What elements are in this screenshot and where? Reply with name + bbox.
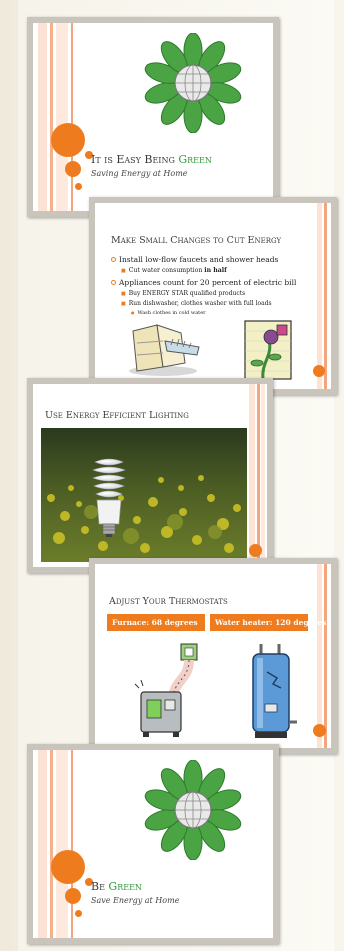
slide-title: Adjust Your Thermostats bbox=[109, 596, 228, 607]
slide-2[interactable]: Make Small Changes to Cut Energy Install… bbox=[89, 197, 337, 395]
decor-circle bbox=[51, 850, 85, 884]
water-heater-label-box: Water heater: 120 degrees bbox=[210, 614, 326, 631]
slide-title: Be Green bbox=[91, 880, 142, 893]
slide-1[interactable]: It is Easy Being Green Saving Energy at … bbox=[27, 17, 279, 217]
decor-circle bbox=[65, 161, 81, 177]
slide-5[interactable]: Be Green Save Energy at Home bbox=[27, 744, 279, 944]
dishwasher-clipart-icon bbox=[129, 324, 200, 376]
decor-circle bbox=[313, 724, 326, 737]
sunflower-globe-icon bbox=[144, 760, 242, 860]
slide-stripes bbox=[38, 23, 78, 211]
bullet-item: Appliances count for 20 percent of elect… bbox=[111, 278, 296, 287]
lightbulb-meadow-photo bbox=[41, 428, 247, 562]
slide-subtitle: Save Energy at Home bbox=[91, 896, 180, 905]
slide-stripes bbox=[38, 750, 78, 938]
bullet-item: ■ Cut water consumption in half bbox=[121, 267, 227, 274]
sunflower-globe-icon bbox=[144, 33, 242, 133]
slide-4[interactable]: Adjust Your Thermostats Furnace: 68 degr… bbox=[89, 558, 337, 754]
slide-stripes bbox=[317, 203, 329, 389]
slide-subtitle: Saving Energy at Home bbox=[91, 169, 188, 178]
slide-stripes bbox=[317, 564, 329, 748]
decor-circle bbox=[51, 123, 85, 157]
slide-title: It is Easy Being Green bbox=[91, 153, 212, 166]
bullet-item: ● Wash clothes in cold water bbox=[131, 310, 206, 316]
decor-circle bbox=[75, 910, 82, 917]
decor-circle bbox=[75, 183, 82, 190]
furnace-clipart-icon bbox=[134, 643, 198, 737]
outlet-plant-clipart-icon bbox=[244, 320, 292, 380]
slide-title: Use Energy Efficient Lighting bbox=[45, 410, 189, 421]
bullet-item: Install low-flow faucets and shower head… bbox=[111, 255, 278, 264]
bullet-item: ■ Run dishwasher, clothes washer with ful… bbox=[121, 300, 272, 307]
decor-circle bbox=[65, 888, 81, 904]
decor-circle bbox=[313, 365, 325, 377]
bullet-item: ■ Buy ENERGY STAR qualified products bbox=[121, 290, 246, 297]
water-heater-clipart-icon bbox=[252, 644, 297, 738]
slide-stripes bbox=[249, 384, 265, 567]
slide-title: Make Small Changes to Cut Energy bbox=[111, 235, 282, 246]
furnace-label-box: Furnace: 68 degrees bbox=[107, 614, 205, 631]
decor-circle bbox=[249, 544, 262, 557]
slide-3[interactable]: Use Energy Efficient Lighting bbox=[27, 378, 273, 573]
